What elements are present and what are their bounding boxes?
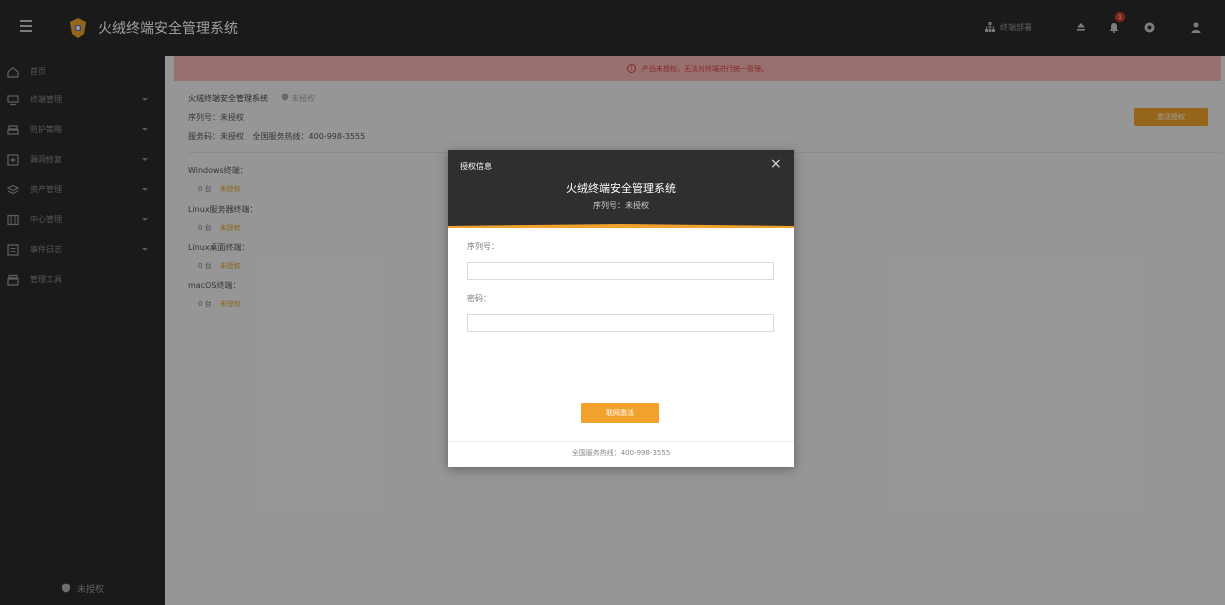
dialog-footer-divider: [448, 441, 794, 442]
dialog-title: 授权信息: [460, 162, 492, 171]
license-dialog: 授权信息 × 火绒终端安全管理系统 序列号：未授权 序列号： 密码： 联网激活 …: [448, 150, 794, 467]
online-activate-button[interactable]: 联网激活: [581, 403, 659, 423]
header-accent-line: [448, 224, 794, 228]
password-input[interactable]: [467, 314, 774, 332]
serial-input[interactable]: [467, 262, 774, 280]
dialog-header: 授权信息 × 火绒终端安全管理系统 序列号：未授权: [448, 150, 794, 228]
close-icon[interactable]: ×: [770, 157, 782, 171]
password-label: 密码：: [467, 294, 491, 303]
dialog-serial: 序列号：未授权: [593, 201, 649, 210]
serial-label: 序列号：: [467, 242, 499, 251]
dialog-app-name: 火绒终端安全管理系统: [566, 182, 676, 195]
dialog-hotline: 全国服务热线：400-998-3555: [571, 449, 671, 457]
